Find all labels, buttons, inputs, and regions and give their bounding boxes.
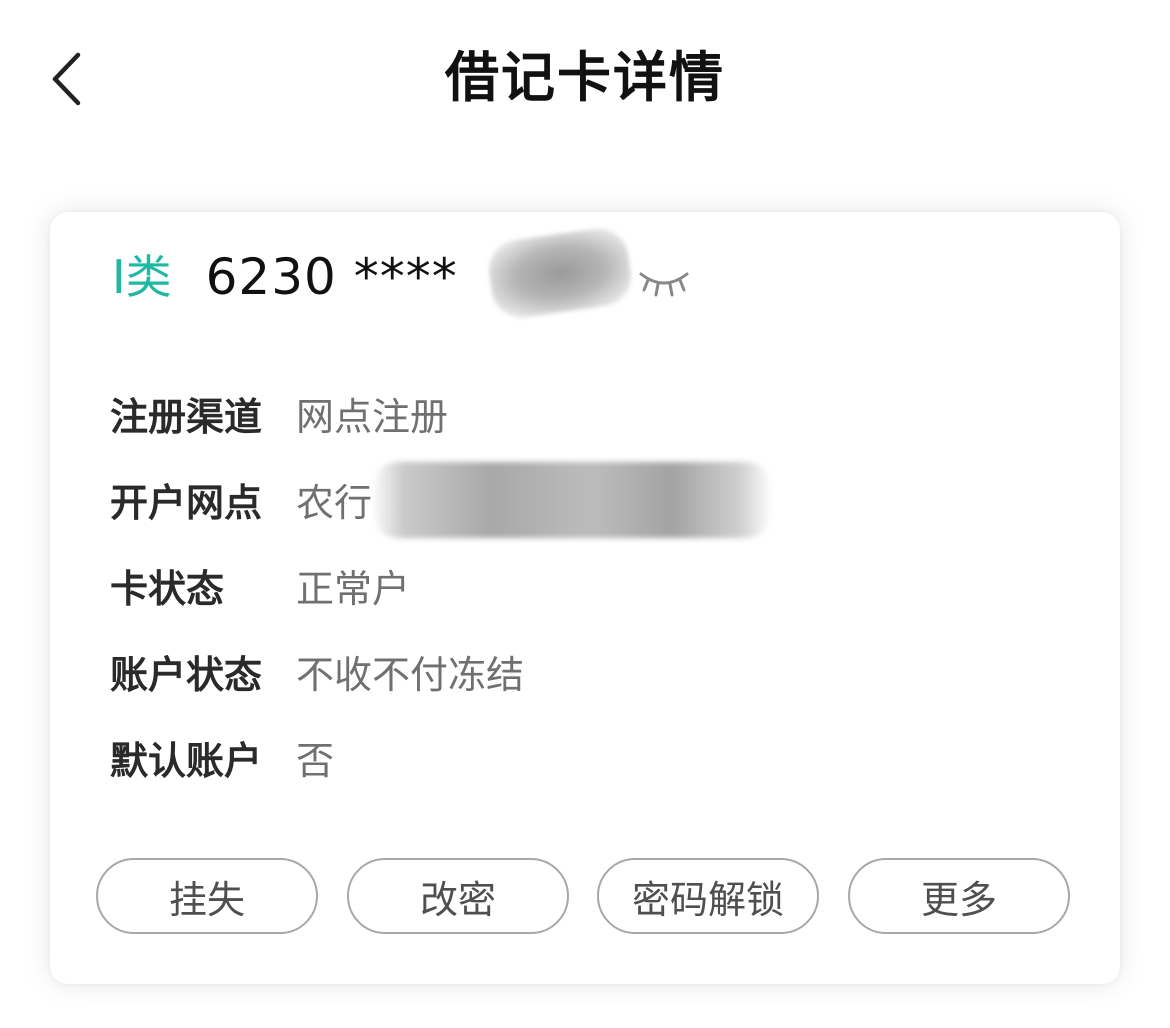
debit-card-panel: I类 6230 **** 注册渠道 网点注册 开户网点 农行 卡状态 正常户 账… [50,212,1120,984]
eye-closed-icon [639,272,689,297]
visibility-toggle[interactable] [636,266,692,300]
card-number: 6230 **** [205,248,458,306]
detail-value: 正常户 [296,566,411,611]
more-button[interactable]: 更多 [848,858,1070,934]
detail-label: 开户网点 [110,480,263,525]
redaction-branch-name [372,462,772,538]
detail-value: 网点注册 [296,394,449,439]
change-password-button[interactable]: 改密 [347,858,569,934]
detail-row-branch: 开户网点 农行 [110,456,1070,542]
detail-row-register-channel: 注册渠道 网点注册 [110,370,1070,456]
card-type-label: I类 [112,250,172,304]
detail-row-account-status: 账户状态 不收不付冻结 [110,628,1070,714]
detail-row-card-status: 卡状态 正常户 [110,542,1070,628]
detail-label: 账户状态 [110,652,263,697]
detail-label: 注册渠道 [110,394,263,439]
unlock-password-button[interactable]: 密码解锁 [597,858,819,934]
page-title: 借记卡详情 [445,46,725,109]
detail-value: 否 [296,738,335,783]
detail-value: 农行 [296,480,373,525]
detail-label: 默认账户 [110,738,263,783]
report-loss-button[interactable]: 挂失 [96,858,318,934]
card-details-list: 注册渠道 网点注册 开户网点 农行 卡状态 正常户 账户状态 不收不付冻结 默认… [110,370,1070,800]
nav-bar: 借记卡详情 [0,0,1170,150]
card-actions: 挂失 改密 密码解锁 更多 [96,858,1076,938]
detail-value: 不收不付冻结 [296,652,525,697]
detail-row-default-account: 默认账户 否 [110,714,1070,800]
detail-label: 卡状态 [110,566,225,611]
